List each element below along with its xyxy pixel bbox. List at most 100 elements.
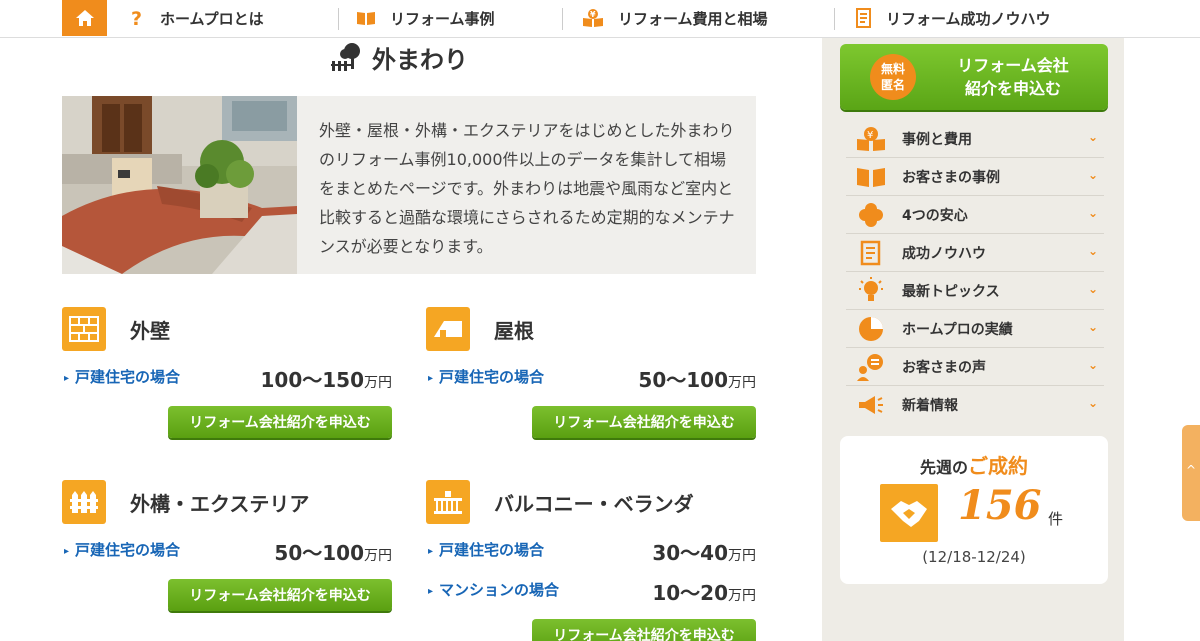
handshake-icon xyxy=(880,484,938,542)
note-icon xyxy=(854,238,888,268)
price-row: 戸建住宅の場合 30～40万円 xyxy=(426,529,756,569)
megaphone-icon xyxy=(854,390,888,420)
category-title: 外壁 xyxy=(130,318,170,343)
speech-person-icon xyxy=(854,352,888,382)
price-label-link[interactable]: 戸建住宅の場合 xyxy=(428,539,544,560)
weekly-contracts-panel: 先週のご成約 156 件 (12/18-12/24) xyxy=(840,436,1108,584)
page-margin xyxy=(1124,38,1200,641)
question-icon: ? xyxy=(130,8,146,28)
sidebar-item-topics[interactable]: 最新トピックス ⌄ xyxy=(846,272,1104,310)
page-top-tab[interactable]: ^ xyxy=(1182,425,1200,521)
sidebar-item-customer-cases[interactable]: お客さまの事例 ⌄ xyxy=(846,158,1104,196)
chevron-down-icon: ⌄ xyxy=(1087,320,1098,334)
sidebar-item-label: ホームプロの実績 xyxy=(902,321,1013,338)
price-value: 10～20万円 xyxy=(652,581,756,605)
nav-item-label: ホームプロとは xyxy=(160,9,264,28)
sidebar-item-knowhow[interactable]: 成功ノウハウ ⌄ xyxy=(846,234,1104,272)
price-row: 戸建住宅の場合 50～100万円 xyxy=(62,529,392,569)
price-book-icon: ¥ xyxy=(854,124,888,154)
home-icon xyxy=(75,10,94,26)
price-row: 戸建住宅の場合 100～150万円 xyxy=(62,356,392,396)
category-exterior-wall: 外壁 戸建住宅の場合 100～150万円 リフォーム会社紹介を申込む xyxy=(62,306,392,438)
chevron-down-icon: ⌄ xyxy=(1087,396,1098,410)
category-title: 屋根 xyxy=(494,318,534,343)
price-book-icon: ¥ xyxy=(582,8,604,28)
svg-text:¥: ¥ xyxy=(867,130,873,141)
price-value: 50～100万円 xyxy=(638,368,756,392)
nav-item-knowhow[interactable]: リフォーム成功ノウハウ xyxy=(856,0,1051,36)
brick-wall-icon xyxy=(62,307,106,351)
price-label-link[interactable]: 戸建住宅の場合 xyxy=(64,539,180,560)
pie-chart-icon xyxy=(854,314,888,344)
nav-item-label: リフォーム成功ノウハウ xyxy=(886,9,1051,28)
sidebar-item-label: お客さまの声 xyxy=(902,359,986,376)
note-icon xyxy=(856,8,872,28)
fence-icon xyxy=(62,480,106,524)
price-value: 30～40万円 xyxy=(652,541,756,565)
nav-divider xyxy=(562,8,563,30)
nav-item-about[interactable]: ? ホームプロとは xyxy=(130,0,264,36)
sidebar-request-button[interactable]: 無料 匿名 リフォーム会社 紹介を申込む xyxy=(840,44,1108,110)
contract-count: 156 xyxy=(958,482,1042,529)
tree-fence-icon xyxy=(330,41,364,73)
nav-item-cost[interactable]: ¥ リフォーム費用と相場 xyxy=(582,0,768,36)
chevron-down-icon: ⌄ xyxy=(1087,168,1098,182)
contract-period: (12/18-12/24) xyxy=(922,548,1026,566)
nav-item-cases[interactable]: リフォーム事例 xyxy=(356,0,495,36)
sidebar-item-label: 新着情報 xyxy=(902,398,958,414)
intro-text: 外壁・屋根・外構・エクステリアをはじめとした外まわりのリフォーム事例10,000… xyxy=(319,121,735,256)
price-label-link[interactable]: 戸建住宅の場合 xyxy=(428,366,544,387)
request-referral-button[interactable]: リフォーム会社紹介を申込む xyxy=(168,579,392,611)
category-roof: 屋根 戸建住宅の場合 50～100万円 リフォーム会社紹介を申込む xyxy=(426,306,756,438)
chevron-up-icon: ^ xyxy=(1186,463,1197,477)
svg-text:?: ? xyxy=(131,8,142,28)
sidebar-item-label: 最新トピックス xyxy=(902,283,1000,300)
page-title-text: 外まわり xyxy=(372,45,468,74)
sidebar: 無料 匿名 リフォーム会社 紹介を申込む ¥ 事例と費用 ⌄ お客さまの事例 ⌄… xyxy=(822,38,1124,641)
request-referral-button[interactable]: リフォーム会社紹介を申込む xyxy=(532,619,756,641)
book-icon xyxy=(356,10,376,26)
nav-divider xyxy=(338,8,339,30)
category-title: 外構・エクステリア xyxy=(130,491,310,516)
nav-item-label: リフォーム費用と相場 xyxy=(618,9,768,28)
category-balcony: バルコニー・ベランダ 戸建住宅の場合 30～40万円 マンションの場合 10～2… xyxy=(426,479,756,641)
book-icon xyxy=(854,162,888,192)
request-referral-button[interactable]: リフォーム会社紹介を申込む xyxy=(532,406,756,438)
sidebar-item-voices[interactable]: お客さまの声 ⌄ xyxy=(846,348,1104,386)
sidebar-item-label: お客さまの事例 xyxy=(902,169,1000,186)
price-label-link[interactable]: 戸建住宅の場合 xyxy=(64,366,180,387)
balcony-icon xyxy=(426,480,470,524)
chevron-down-icon: ⌄ xyxy=(1087,282,1098,296)
clover-icon xyxy=(854,200,888,230)
nav-divider xyxy=(834,8,835,30)
chevron-down-icon: ⌄ xyxy=(1087,130,1098,144)
sidebar-item-four-assurances[interactable]: 4つの安心 ⌄ xyxy=(846,196,1104,234)
contract-unit: 件 xyxy=(1048,510,1064,528)
page-title: 外まわり xyxy=(330,38,468,76)
intro-panel: 外壁・屋根・外構・エクステリアをはじめとした外まわりのリフォーム事例10,000… xyxy=(62,96,756,274)
top-navigation: ? ホームプロとは リフォーム事例 ¥ リフォーム費用と相場 リフォーム成功ノウ… xyxy=(0,0,1200,38)
chevron-down-icon: ⌄ xyxy=(1087,244,1098,258)
price-value: 50～100万円 xyxy=(274,541,392,565)
price-label-link[interactable]: マンションの場合 xyxy=(428,579,559,600)
chevron-down-icon: ⌄ xyxy=(1087,206,1098,220)
exterior-photo xyxy=(62,96,297,274)
price-value: 100～150万円 xyxy=(260,368,393,392)
home-button[interactable] xyxy=(62,0,107,36)
sidebar-request-label: リフォーム会社 紹介を申込む xyxy=(957,56,1069,98)
svg-text:¥: ¥ xyxy=(590,10,596,19)
sidebar-item-cases-and-cost[interactable]: ¥ 事例と費用 ⌄ xyxy=(846,120,1104,158)
sidebar-item-label: 事例と費用 xyxy=(902,131,972,148)
sidebar-menu: ¥ 事例と費用 ⌄ お客さまの事例 ⌄ 4つの安心 ⌄ 成功ノウハウ ⌄ 最新ト… xyxy=(846,120,1104,424)
main-content: 外まわり 外壁・屋根・外構・エクステリアをはじめとした外まわりのリフォーム事例1… xyxy=(0,38,822,641)
sidebar-item-news[interactable]: 新着情報 ⌄ xyxy=(846,386,1104,424)
sidebar-item-label: 4つの安心 xyxy=(902,207,968,224)
category-title: バルコニー・ベランダ xyxy=(494,491,694,516)
chevron-down-icon: ⌄ xyxy=(1087,358,1098,372)
price-row: 戸建住宅の場合 50～100万円 xyxy=(426,356,756,396)
request-referral-button[interactable]: リフォーム会社紹介を申込む xyxy=(168,406,392,438)
nav-item-label: リフォーム事例 xyxy=(390,9,495,28)
sidebar-item-achievements[interactable]: ホームプロの実績 ⌄ xyxy=(846,310,1104,348)
sidebar-item-label: 成功ノウハウ xyxy=(902,245,986,262)
category-exterior-landscaping: 外構・エクステリア 戸建住宅の場合 50～100万円 リフォーム会社紹介を申込む xyxy=(62,479,392,611)
